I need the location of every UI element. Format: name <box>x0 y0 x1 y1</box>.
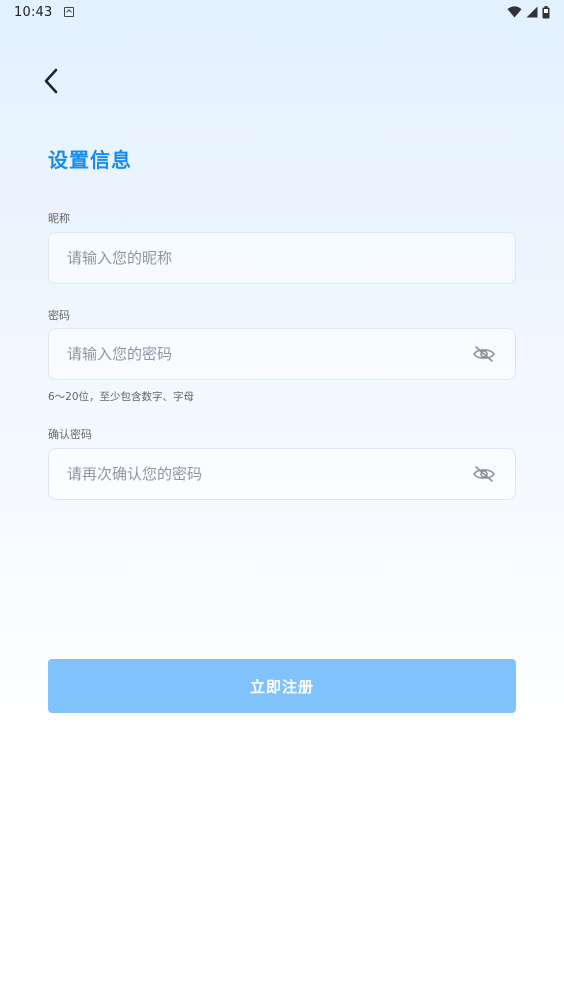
confirm-password-label: 确认密码 <box>48 428 92 441</box>
password-field[interactable] <box>48 328 516 380</box>
wifi-icon <box>507 6 522 18</box>
cell-signal-icon <box>526 6 538 18</box>
status-icons <box>507 5 550 19</box>
status-time: 10:43 <box>14 4 53 20</box>
nickname-field[interactable] <box>48 232 516 284</box>
battery-icon <box>542 5 550 18</box>
chevron-left-icon <box>44 68 58 94</box>
nickname-input[interactable] <box>67 249 497 267</box>
password-hint: 6～20位，至少包含数字、字母 <box>48 391 195 403</box>
page-title: 设置信息 <box>48 148 132 172</box>
password-label: 密码 <box>48 309 70 322</box>
app-notification-icon <box>64 7 75 17</box>
eye-hidden-icon <box>473 466 495 482</box>
back-button[interactable] <box>34 64 68 98</box>
confirm-password-visibility-toggle[interactable] <box>471 461 497 487</box>
eye-hidden-icon <box>473 346 495 362</box>
confirm-password-input[interactable] <box>67 465 471 483</box>
password-input[interactable] <box>67 345 471 363</box>
nickname-label: 昵称 <box>48 212 70 225</box>
password-visibility-toggle[interactable] <box>471 341 497 367</box>
status-bar: 10:43 <box>0 0 564 24</box>
confirm-password-field[interactable] <box>48 448 516 500</box>
register-button[interactable]: 立即注册 <box>48 659 516 713</box>
